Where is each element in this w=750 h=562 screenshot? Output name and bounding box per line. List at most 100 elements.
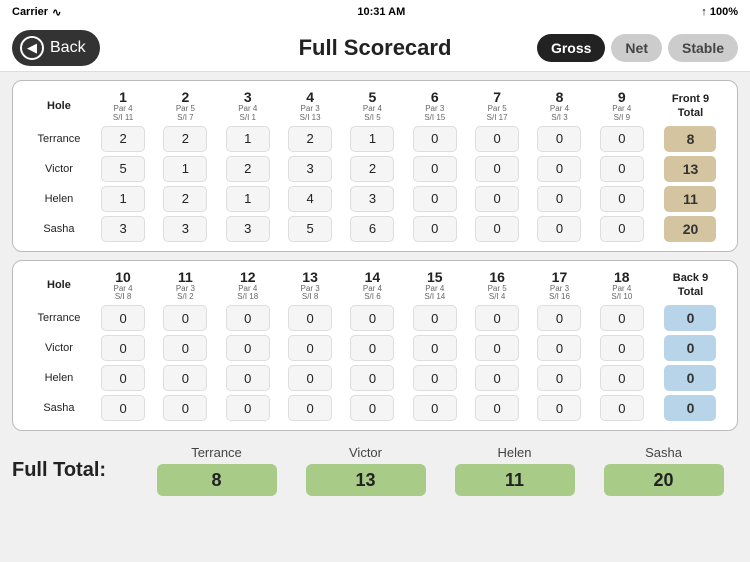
table-row: Sasha33356000020 (23, 215, 727, 243)
score-cell[interactable]: 0 (467, 155, 527, 183)
score-cell[interactable]: 0 (93, 364, 153, 392)
score-cell[interactable]: 0 (218, 304, 278, 332)
score-cell[interactable]: 0 (342, 334, 402, 362)
score-cell[interactable]: 1 (155, 155, 215, 183)
score-cell[interactable]: 3 (93, 215, 153, 243)
score-cell[interactable]: 0 (342, 364, 402, 392)
total-cell: 0 (654, 334, 727, 362)
player-name-helen: Helen (23, 185, 91, 213)
score-cell[interactable]: 0 (467, 125, 527, 153)
score-cell[interactable]: 0 (405, 394, 465, 422)
score-cell[interactable]: 0 (529, 364, 589, 392)
score-cell[interactable]: 1 (342, 125, 402, 153)
score-cell[interactable]: 0 (592, 394, 652, 422)
score-cell[interactable]: 0 (280, 394, 340, 422)
score-cell[interactable]: 5 (93, 155, 153, 183)
score-cell[interactable]: 0 (405, 304, 465, 332)
score-cell[interactable]: 0 (467, 215, 527, 243)
net-button[interactable]: Net (611, 34, 662, 62)
score-cell[interactable]: 3 (155, 215, 215, 243)
table-row: Helen0000000000 (23, 364, 727, 392)
score-cell[interactable]: 0 (467, 364, 527, 392)
score-cell[interactable]: 0 (529, 125, 589, 153)
table-row: Sasha0000000000 (23, 394, 727, 422)
score-cell[interactable]: 0 (280, 364, 340, 392)
table-row: Helen12143000011 (23, 185, 727, 213)
score-cell[interactable]: 0 (155, 394, 215, 422)
score-cell[interactable]: 0 (93, 394, 153, 422)
score-cell[interactable]: 0 (218, 364, 278, 392)
score-cell[interactable]: 0 (592, 185, 652, 213)
score-cell[interactable]: 0 (529, 334, 589, 362)
score-cell[interactable]: 3 (342, 185, 402, 213)
score-cell[interactable]: 0 (529, 155, 589, 183)
score-cell[interactable]: 0 (155, 364, 215, 392)
score-cell[interactable]: 0 (155, 304, 215, 332)
score-cell[interactable]: 0 (342, 394, 402, 422)
player-name-terrance: Terrance (23, 125, 91, 153)
score-cell[interactable]: 0 (405, 155, 465, 183)
score-cell[interactable]: 0 (592, 215, 652, 243)
score-cell[interactable]: 6 (342, 215, 402, 243)
score-cell[interactable]: 0 (218, 394, 278, 422)
score-cell[interactable]: 0 (529, 215, 589, 243)
back-nine-table: Hole 10Par 4S/I 811Par 3S/I 212Par 4S/I … (21, 267, 729, 425)
score-cell[interactable]: 0 (280, 334, 340, 362)
score-cell[interactable]: 0 (155, 334, 215, 362)
score-cell[interactable]: 0 (342, 304, 402, 332)
score-cell[interactable]: 0 (280, 304, 340, 332)
bottom-totals: Full Total: Terrance 8 Victor 13 Helen 1… (0, 439, 750, 500)
score-cell[interactable]: 2 (155, 185, 215, 213)
player-name-sasha: Sasha (23, 394, 91, 422)
stable-button[interactable]: Stable (668, 34, 738, 62)
score-cell[interactable]: 3 (218, 215, 278, 243)
score-cell[interactable]: 2 (93, 125, 153, 153)
full-total-label: Full Total: (12, 459, 142, 482)
gross-button[interactable]: Gross (537, 34, 605, 62)
score-cell[interactable]: 0 (467, 304, 527, 332)
score-cell[interactable]: 0 (592, 334, 652, 362)
total-cell: 13 (654, 155, 727, 183)
status-left: Carrier ∿ (12, 6, 61, 19)
score-cell[interactable]: 0 (592, 304, 652, 332)
score-cell[interactable]: 0 (529, 185, 589, 213)
total-name-terrance: Terrance (191, 445, 242, 460)
total-name-helen: Helen (498, 445, 532, 460)
hole-header-1: 1Par 4S/I 11 (93, 89, 153, 123)
score-cell[interactable]: 2 (280, 125, 340, 153)
score-cell[interactable]: 0 (467, 334, 527, 362)
score-cell[interactable]: 0 (592, 364, 652, 392)
hole-header-7: 7Par 5S/I 17 (467, 89, 527, 123)
score-cell[interactable]: 0 (405, 215, 465, 243)
score-cell[interactable]: 2 (155, 125, 215, 153)
score-cell[interactable]: 0 (405, 185, 465, 213)
score-cell[interactable]: 0 (405, 364, 465, 392)
hole-header-6: 6Par 3S/I 15 (405, 89, 465, 123)
status-right: ↑ 100% (701, 6, 738, 18)
score-cell[interactable]: 0 (405, 334, 465, 362)
score-cell[interactable]: 0 (592, 125, 652, 153)
score-cell[interactable]: 3 (280, 155, 340, 183)
score-cell[interactable]: 0 (93, 334, 153, 362)
score-cell[interactable]: 5 (280, 215, 340, 243)
score-cell[interactable]: 0 (467, 185, 527, 213)
score-cell[interactable]: 2 (342, 155, 402, 183)
score-cell[interactable]: 2 (218, 155, 278, 183)
score-cell[interactable]: 1 (218, 185, 278, 213)
back-button[interactable]: ◀ Back (12, 30, 100, 66)
score-cell[interactable]: 0 (529, 304, 589, 332)
score-cell[interactable]: 0 (405, 125, 465, 153)
hole-header-3: 3Par 4S/I 1 (218, 89, 278, 123)
score-cell[interactable]: 1 (218, 125, 278, 153)
wifi-icon: ∿ (52, 6, 61, 19)
score-cell[interactable]: 4 (280, 185, 340, 213)
score-cell[interactable]: 0 (93, 304, 153, 332)
score-cell[interactable]: 0 (592, 155, 652, 183)
score-cell[interactable]: 1 (93, 185, 153, 213)
main-content: Hole 1Par 4S/I 112Par 5S/I 73Par 4S/I 14… (0, 72, 750, 439)
score-cell[interactable]: 0 (467, 394, 527, 422)
back-total-header: Back 9Total (654, 269, 727, 303)
score-cell[interactable]: 0 (529, 394, 589, 422)
table-row: Victor0000000000 (23, 334, 727, 362)
score-cell[interactable]: 0 (218, 334, 278, 362)
